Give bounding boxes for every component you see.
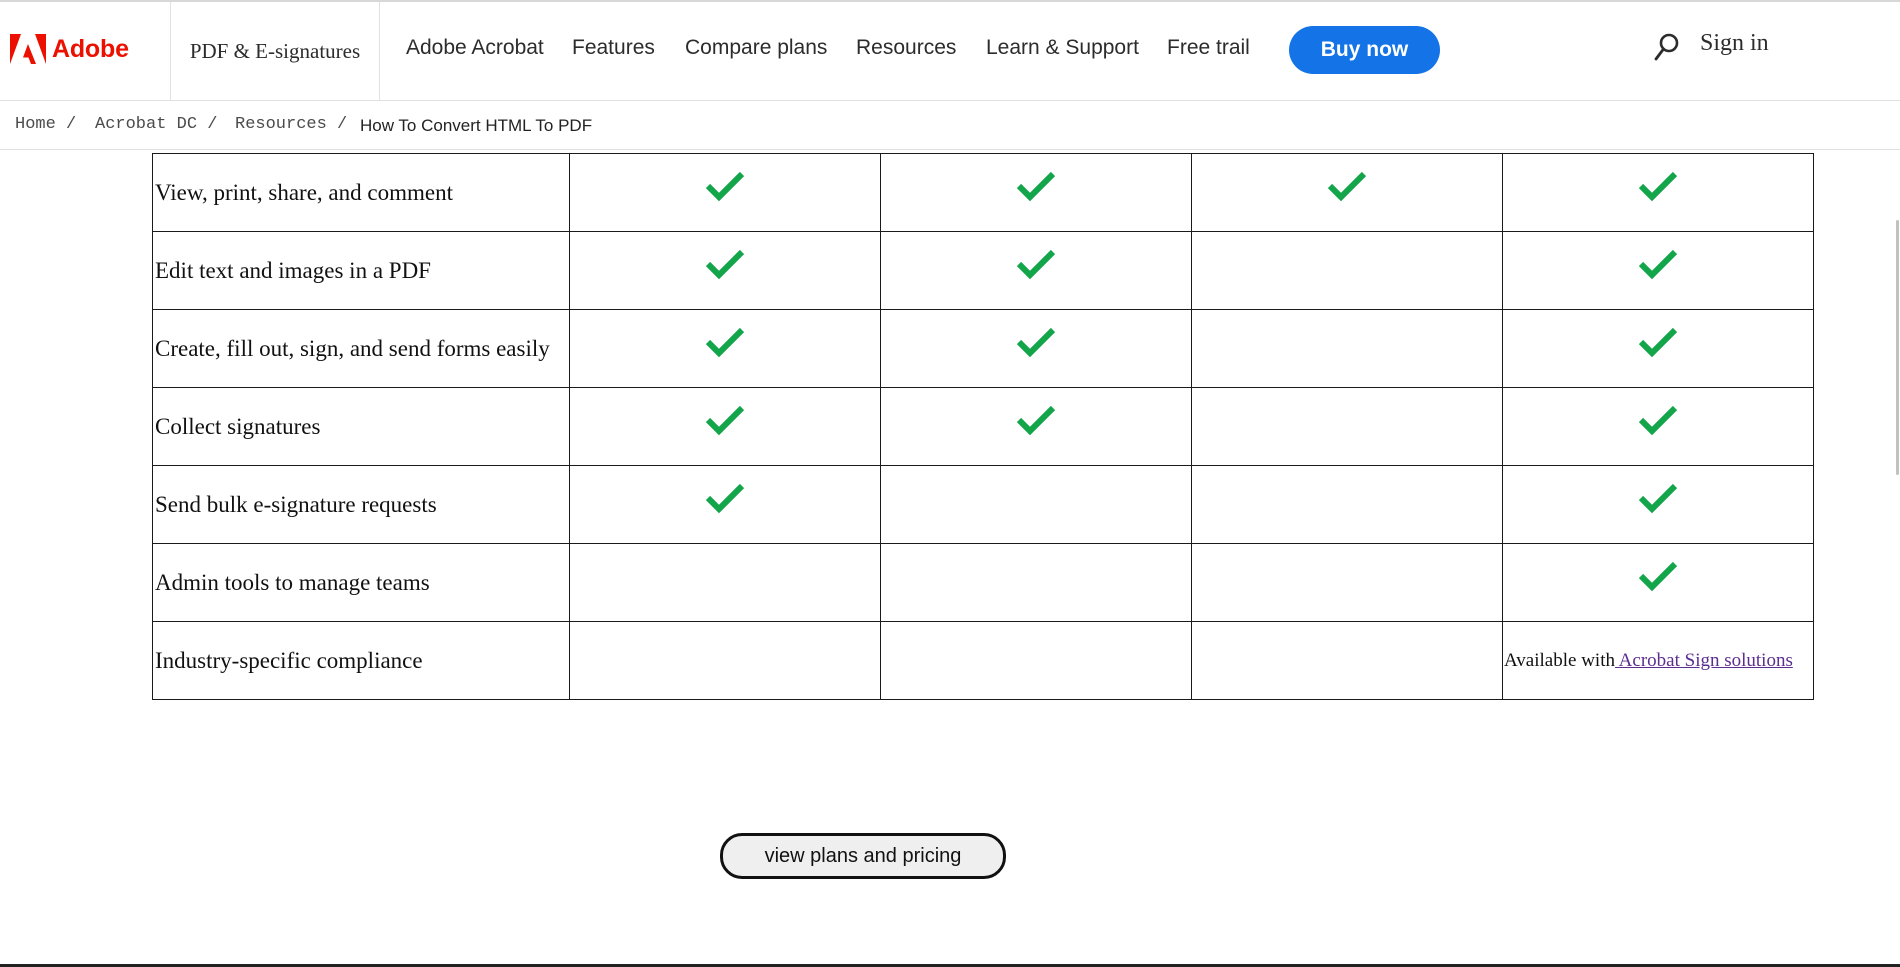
checkmark-icon — [1638, 405, 1678, 436]
table-cell — [1502, 309, 1814, 388]
nav-features[interactable]: Features — [572, 36, 655, 60]
table-cell — [569, 543, 881, 622]
checkmark-icon — [1638, 327, 1678, 358]
nav-pdf-esignatures[interactable]: PDF & E-signatures — [170, 2, 380, 100]
table-cell — [880, 387, 1192, 466]
table-cell — [1502, 387, 1814, 466]
table-cell — [880, 309, 1192, 388]
checkmark-icon — [705, 327, 745, 358]
buy-now-button[interactable]: Buy now — [1289, 26, 1440, 74]
table-row: Admin tools to manage teams — [152, 543, 1814, 622]
table-cell — [569, 153, 881, 232]
checkmark-icon — [1638, 249, 1678, 280]
feature-label: Collect signatures — [152, 387, 570, 466]
nav-learn-support[interactable]: Learn & Support — [986, 36, 1139, 60]
checkmark-icon — [1016, 249, 1056, 280]
checkmark-icon — [1327, 171, 1367, 202]
adobe-logo-text: Adobe — [52, 34, 129, 63]
table-cell — [1191, 309, 1503, 388]
table-cell — [1191, 153, 1503, 232]
breadcrumb-home[interactable]: Home / — [15, 115, 76, 134]
table-cell — [880, 543, 1192, 622]
adobe-logo[interactable]: Adobe — [10, 34, 129, 64]
table-cell — [1191, 621, 1503, 700]
table-cell — [880, 153, 1192, 232]
sign-in-link[interactable]: Sign in — [1700, 30, 1769, 57]
feature-label: Industry-specific compliance — [152, 621, 570, 700]
compliance-note: Available with Acrobat Sign solutions — [1503, 650, 1813, 672]
checkmark-icon — [1016, 405, 1056, 436]
table-cell — [569, 231, 881, 310]
compliance-note-text: Available with — [1504, 649, 1615, 671]
table-cell — [880, 621, 1192, 700]
checkmark-icon — [705, 249, 745, 280]
table-cell — [880, 465, 1192, 544]
nav-free-trail[interactable]: Free trail — [1167, 36, 1250, 60]
table-row: Send bulk e-signature requests — [152, 465, 1814, 544]
table-cell — [569, 387, 881, 466]
breadcrumb: Home / Acrobat DC / Resources / How To C… — [0, 101, 1900, 150]
table-row: Industry-specific compliance Available wi… — [152, 621, 1814, 700]
adobe-logo-icon — [10, 34, 46, 64]
table-cell — [1502, 231, 1814, 310]
checkmark-icon — [1016, 171, 1056, 202]
table-row: Collect signatures — [152, 387, 1814, 466]
feature-label: Admin tools to manage teams — [152, 543, 570, 622]
acrobat-sign-solutions-link[interactable]: Acrobat Sign solutions — [1615, 650, 1793, 671]
view-plans-button[interactable]: view plans and pricing — [720, 833, 1006, 879]
checkmark-icon — [1638, 483, 1678, 514]
table-row: Create, fill out, sign, and send forms e… — [152, 309, 1814, 388]
table-cell — [1191, 387, 1503, 466]
nav-pdf-esignatures-label: PDF & E-signatures — [189, 38, 361, 63]
search-icon[interactable] — [1654, 32, 1680, 62]
table-cell — [1191, 231, 1503, 310]
checkmark-icon — [705, 405, 745, 436]
table-cell — [1191, 543, 1503, 622]
checkmark-icon — [1016, 327, 1056, 358]
table-cell — [1502, 543, 1814, 622]
breadcrumb-acrobat-dc[interactable]: Acrobat DC / — [95, 115, 217, 134]
nav-adobe-acrobat[interactable]: Adobe Acrobat — [406, 36, 544, 60]
table-cell — [880, 231, 1192, 310]
table-row: View, print, share, and comment — [152, 153, 1814, 232]
table-row: Edit text and images in a PDF — [152, 231, 1814, 310]
plan-comparison-table: View, print, share, and comment Edit text… — [152, 153, 1814, 700]
breadcrumb-current-page: How To Convert HTML To PDF — [360, 116, 593, 135]
table-cell — [1191, 465, 1503, 544]
table-cell — [1502, 465, 1814, 544]
checkmark-icon — [705, 483, 745, 514]
table-cell — [569, 465, 881, 544]
breadcrumb-resources[interactable]: Resources / — [235, 115, 347, 134]
feature-label: Send bulk e-signature requests — [152, 465, 570, 544]
site-header: Adobe PDF & E-signatures Adobe Acrobat F… — [0, 2, 1900, 101]
table-cell — [1502, 153, 1814, 232]
table-cell — [569, 309, 881, 388]
checkmark-icon — [1638, 561, 1678, 592]
checkmark-icon — [1638, 171, 1678, 202]
feature-label: Edit text and images in a PDF — [152, 231, 570, 310]
feature-label: Create, fill out, sign, and send forms e… — [152, 309, 570, 388]
table-cell: Available with Acrobat Sign solutions — [1502, 621, 1814, 700]
feature-label: View, print, share, and comment — [152, 153, 570, 232]
nav-resources[interactable]: Resources — [856, 36, 956, 60]
checkmark-icon — [705, 171, 745, 202]
scrollbar[interactable] — [1896, 220, 1899, 475]
nav-compare-plans[interactable]: Compare plans — [685, 36, 827, 60]
table-cell — [569, 621, 881, 700]
